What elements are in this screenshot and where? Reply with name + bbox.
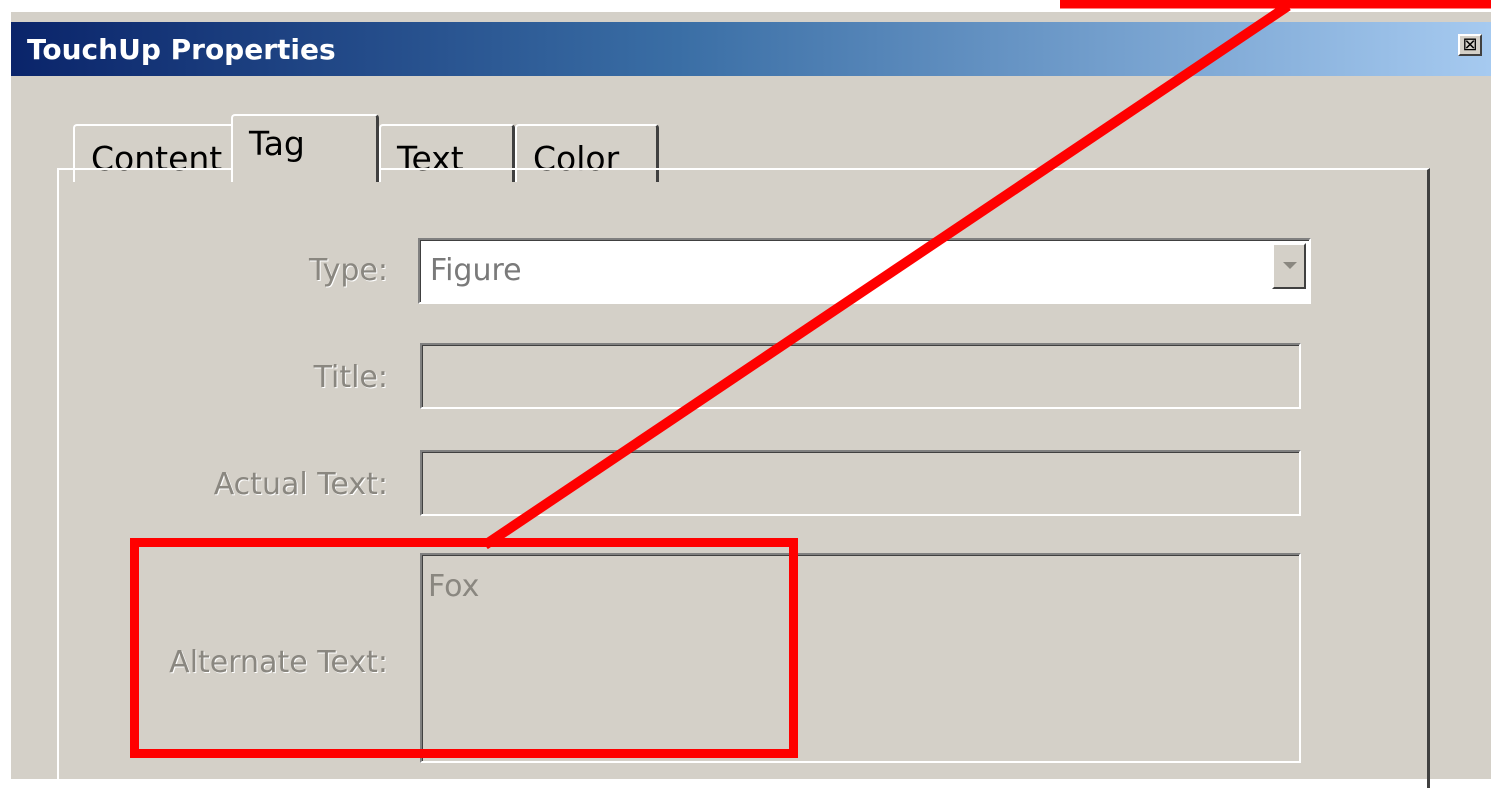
- annotation-line: [482, 1, 1291, 550]
- tab-label: Tag: [249, 124, 305, 163]
- tab-tag[interactable]: Tag: [231, 114, 379, 182]
- annotation-highlight-box: [130, 538, 798, 758]
